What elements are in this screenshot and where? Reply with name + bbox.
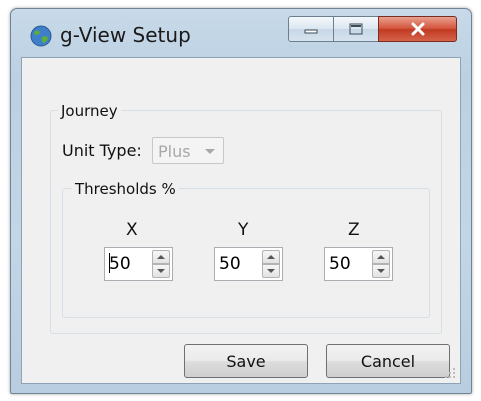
spin-up-button[interactable] <box>152 250 170 264</box>
maximize-button[interactable] <box>333 16 379 42</box>
arrow-up-icon <box>267 255 275 259</box>
resize-grip-icon[interactable] <box>444 367 456 379</box>
axis-label-y: Y <box>238 220 249 240</box>
minimize-icon <box>304 29 318 34</box>
dialog-body: Journey Unit Type: Plus Thresholds % X Y… <box>21 57 461 384</box>
arrow-down-icon <box>267 269 275 273</box>
spin-up-button[interactable] <box>372 250 390 264</box>
maximize-icon <box>349 23 363 35</box>
spin-down-button[interactable] <box>372 264 390 278</box>
axis-label-z: Z <box>348 220 360 240</box>
threshold-y-value: 50 <box>219 254 241 274</box>
arrow-up-icon <box>377 255 385 259</box>
arrow-up-icon <box>157 255 165 259</box>
spin-buttons <box>372 250 390 278</box>
spin-down-button[interactable] <box>152 264 170 278</box>
spin-down-button[interactable] <box>262 264 280 278</box>
chevron-down-icon <box>205 149 215 154</box>
spin-buttons <box>262 250 280 278</box>
threshold-z-value: 50 <box>329 254 351 274</box>
spin-buttons <box>152 250 170 278</box>
unit-type-value: Plus <box>158 142 191 161</box>
close-icon <box>411 22 424 36</box>
journey-group-label: Journey <box>58 102 121 120</box>
threshold-x-value: 50 <box>109 254 131 274</box>
threshold-z-spinner[interactable]: 50 <box>324 247 393 281</box>
globe-icon <box>30 25 52 47</box>
unit-type-select[interactable]: Plus <box>152 137 224 164</box>
dialog-window: g-View Setup Journey Unit Type: Plus Thr… <box>10 8 472 394</box>
axis-label-x: X <box>126 220 138 240</box>
thresholds-group-label: Thresholds % <box>72 180 179 198</box>
unit-type-label: Unit Type: <box>62 141 142 160</box>
close-button[interactable] <box>378 16 457 42</box>
cancel-button[interactable]: Cancel <box>326 344 450 378</box>
threshold-x-spinner[interactable]: 50 <box>104 247 173 281</box>
spin-up-button[interactable] <box>262 250 280 264</box>
arrow-down-icon <box>377 269 385 273</box>
minimize-button[interactable] <box>288 16 334 42</box>
save-button[interactable]: Save <box>184 344 308 378</box>
threshold-y-spinner[interactable]: 50 <box>214 247 283 281</box>
window-title: g-View Setup <box>60 23 191 47</box>
arrow-down-icon <box>157 269 165 273</box>
